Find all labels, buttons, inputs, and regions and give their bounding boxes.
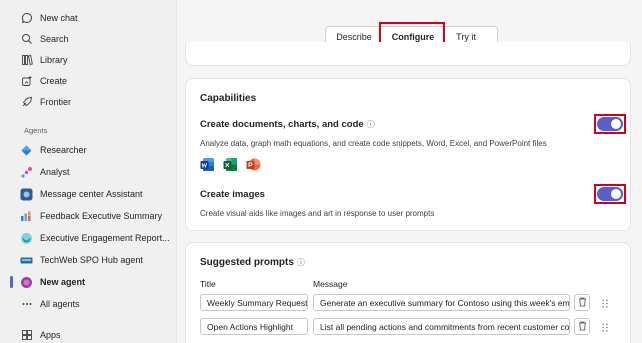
trash-icon — [578, 321, 587, 333]
message-center-icon — [20, 188, 33, 201]
apps-icon — [20, 329, 33, 342]
researcher-icon — [20, 144, 33, 157]
sidebar-item-label: Message center Assistant — [40, 189, 143, 199]
drag-handle-icon[interactable] — [601, 298, 609, 308]
sidebar-item-apps[interactable]: Apps — [20, 326, 61, 343]
sidebar-item-frontier[interactable]: Frontier — [20, 93, 71, 111]
sidebar-all-agents[interactable]: All agents — [20, 295, 80, 313]
docs-toggle-highlight — [594, 114, 626, 134]
suggested-prompts-card: Suggested prompts ⓘ Title Message Weekly … — [185, 242, 631, 343]
prompt-title-input[interactable]: Weekly Summary Request — [200, 294, 308, 311]
library-icon — [20, 54, 33, 67]
images-capability-description: Create visual aids like images and art i… — [200, 209, 435, 218]
suggested-prompts-title: Suggested prompts ⓘ — [200, 257, 305, 268]
docs-capability-title: Create documents, charts, and code ⓘ — [200, 119, 375, 130]
delete-prompt-button[interactable] — [574, 294, 590, 311]
column-message-header: Message — [313, 279, 348, 289]
sidebar-item-label: New chat — [40, 13, 78, 23]
sidebar-item-label: Library — [40, 55, 68, 65]
feedback-icon — [20, 210, 33, 223]
sidebar-agent-techweb[interactable]: TechWeb SPO Hub agent — [20, 251, 143, 269]
sidebar-item-label: Feedback Executive Summary — [40, 211, 163, 221]
more-icon — [20, 298, 33, 311]
engagement-icon — [20, 232, 33, 245]
search-icon — [20, 33, 33, 46]
sidebar-item-label: Executive Engagement Report... — [40, 233, 170, 243]
sidebar-agent-message-center[interactable]: Message center Assistant — [20, 185, 143, 203]
powerpoint-icon — [246, 157, 261, 172]
delete-prompt-button[interactable] — [574, 318, 590, 335]
sidebar-item-label: Search — [40, 34, 69, 44]
sidebar-item-library[interactable]: Library — [20, 51, 68, 69]
suggested-prompts-label: Suggested prompts — [200, 257, 294, 268]
frontier-icon — [20, 96, 33, 109]
sidebar-item-label: Apps — [40, 330, 61, 340]
sidebar-agent-new-agent[interactable]: New agent — [20, 273, 85, 291]
capabilities-title: Capabilities — [200, 93, 257, 104]
analyst-icon — [20, 166, 33, 179]
trash-icon — [578, 297, 587, 309]
excel-icon — [223, 157, 238, 172]
sidebar-item-label: All agents — [40, 299, 80, 309]
capabilities-card: Capabilities Create documents, charts, a… — [185, 78, 631, 231]
sidebar-item-label: Frontier — [40, 97, 72, 107]
techweb-icon — [20, 254, 33, 267]
sidebar-item-search[interactable]: Search — [20, 30, 69, 48]
drag-handle-icon[interactable] — [601, 322, 609, 332]
sidebar-item-label: Create — [40, 76, 68, 86]
create-icon — [20, 75, 33, 88]
new-agent-icon — [20, 276, 33, 289]
sidebar-agent-engagement[interactable]: Executive Engagement Report... — [20, 229, 170, 247]
chat-bubble-icon — [20, 12, 33, 25]
sidebar-item-label: Analyst — [40, 167, 70, 177]
prompt-title-input[interactable]: Open Actions Highlight — [200, 318, 308, 335]
prompt-message-input[interactable]: Generate an executive summary for Contos… — [313, 294, 570, 311]
docs-capability-label: Create documents, charts, and code — [200, 119, 364, 130]
sidebar-agent-analyst[interactable]: Analyst — [20, 163, 70, 181]
active-indicator — [10, 276, 13, 288]
sidebar-item-label: New agent — [40, 277, 86, 287]
images-toggle-highlight — [594, 184, 626, 204]
info-icon[interactable]: ⓘ — [367, 120, 375, 129]
sidebar-item-create[interactable]: Create — [20, 72, 67, 90]
sidebar: New chat Search Library Create Frontier … — [0, 0, 177, 343]
word-icon — [200, 157, 215, 172]
prompt-message-input[interactable]: List all pending actions and commitments… — [313, 318, 570, 335]
agents-section-label: Agents — [24, 126, 48, 135]
sidebar-item-label: TechWeb SPO Hub agent — [40, 255, 143, 265]
sidebar-agent-feedback[interactable]: Feedback Executive Summary — [20, 207, 162, 225]
sidebar-item-new-chat[interactable]: New chat — [20, 9, 78, 27]
column-title-header: Title — [200, 279, 216, 289]
previous-section-card — [185, 42, 631, 66]
sidebar-item-label: Researcher — [40, 145, 87, 155]
main-panel: Describe Configure Try it Capabilities C… — [177, 0, 642, 343]
sidebar-agent-researcher[interactable]: Researcher — [20, 141, 87, 159]
docs-capability-description: Analyze data, graph math equations, and … — [200, 139, 547, 148]
info-icon[interactable]: ⓘ — [297, 258, 305, 267]
images-capability-title: Create images — [200, 189, 265, 200]
